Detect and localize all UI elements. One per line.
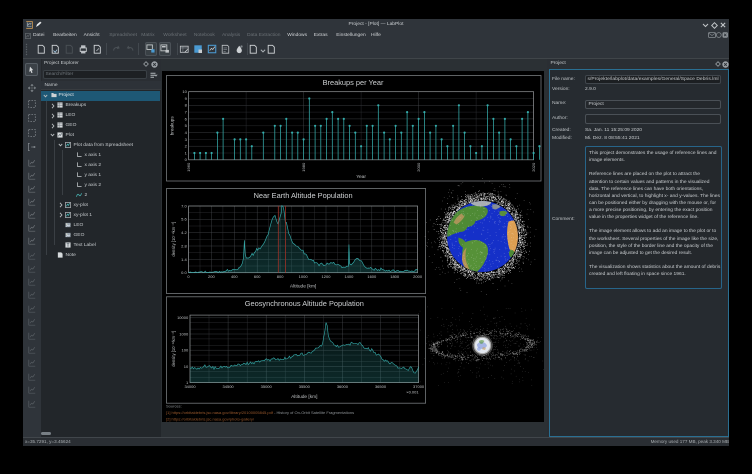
svg-text:Breakups per Year: Breakups per Year [322, 78, 383, 87]
svg-text:Near Earth Altitude Population: Near Earth Altitude Population [253, 191, 352, 200]
svg-text:Geosynchronous Altitude Popula: Geosynchronous Altitude Population [244, 299, 363, 308]
svg-text:Altitude [km]: Altitude [km] [291, 394, 317, 400]
svg-text:35000: 35000 [260, 384, 272, 389]
svg-text:200: 200 [208, 274, 215, 279]
svg-text:1000: 1000 [298, 274, 308, 279]
svg-text:36000: 36000 [336, 384, 348, 389]
svg-text:Altitude [km]: Altitude [km] [289, 284, 315, 290]
svg-text:[1] https://orbitaldebris.jsc.: [1] https://orbitaldebris.jsc.nasa.gov/l… [166, 410, 354, 415]
svg-text:Year: Year [356, 174, 366, 180]
svg-text:2000: 2000 [413, 274, 423, 279]
svg-text:4.2: 4.2 [181, 230, 187, 235]
svg-text:37000: 37000 [413, 384, 425, 389]
svg-text:×0.001: ×0.001 [406, 390, 419, 395]
svg-text:600: 600 [253, 274, 260, 279]
svg-text:400: 400 [230, 274, 237, 279]
svg-text:1200: 1200 [321, 274, 331, 279]
svg-text:1.4: 1.4 [181, 257, 187, 262]
svg-text:35500: 35500 [298, 384, 310, 389]
svg-text:2020: 2020 [530, 162, 535, 172]
svg-text:10: 10 [183, 364, 188, 369]
svg-text:34500: 34500 [222, 384, 234, 389]
svg-text:1800: 1800 [390, 274, 400, 279]
svg-text:10: 10 [182, 89, 187, 94]
svg-text:1980: 1980 [300, 162, 305, 172]
svg-text:1600: 1600 [367, 274, 377, 279]
svg-text:5.6: 5.6 [181, 217, 187, 222]
svg-text:2.8: 2.8 [181, 243, 187, 248]
svg-text:Sources:: Sources: [166, 404, 182, 409]
svg-text:breakups: breakups [169, 116, 174, 136]
svg-text:1960: 1960 [185, 162, 190, 172]
svg-text:36500: 36500 [374, 384, 386, 389]
svg-text:100: 100 [181, 348, 188, 353]
svg-text:density [10⁻⁸km⁻³]: density [10⁻⁸km⁻³] [171, 222, 176, 257]
svg-text:34000: 34000 [184, 384, 196, 389]
svg-text:7.0: 7.0 [181, 203, 187, 208]
svg-text:2000: 2000 [415, 162, 420, 172]
svg-text:10000: 10000 [177, 315, 189, 320]
svg-text:1000: 1000 [179, 331, 189, 336]
svg-text:density [10⁻¹²km⁻³]: density [10⁻¹²km⁻³] [171, 331, 176, 367]
svg-text:800: 800 [276, 274, 283, 279]
svg-text:1400: 1400 [344, 274, 354, 279]
svg-text:[2] https://orbitaldebris.jsc.: [2] https://orbitaldebris.jsc.nasa.gov/p… [166, 416, 255, 421]
